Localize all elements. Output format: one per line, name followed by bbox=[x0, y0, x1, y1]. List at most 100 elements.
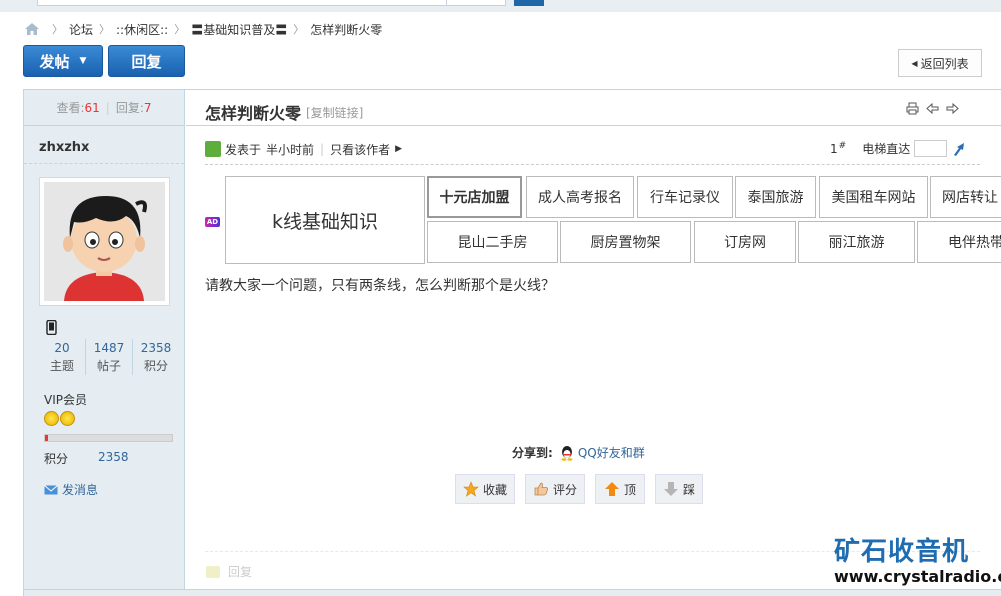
share-label: 分享到: bbox=[512, 446, 553, 460]
ad-link[interactable]: 美国租车网站 bbox=[819, 176, 928, 218]
send-message-link[interactable]: 发消息 bbox=[44, 481, 98, 498]
smiley-icon bbox=[44, 411, 59, 426]
upvote-label: 顶 bbox=[623, 482, 636, 497]
breadcrumb-separator: 〉 bbox=[293, 23, 305, 36]
credit-row: 积分 2358 bbox=[44, 450, 129, 467]
author-name[interactable]: zhxzhx bbox=[24, 126, 184, 164]
search-type-select[interactable] bbox=[446, 0, 506, 6]
next-thread-icon[interactable] bbox=[946, 102, 959, 115]
search-input[interactable] bbox=[37, 0, 447, 6]
rank-stars bbox=[44, 411, 75, 426]
print-icon[interactable] bbox=[906, 102, 919, 115]
post-main: 怎样判断火零 [复制链接] 发表于 半小时前 | 只看该作者 ▶ 1# 电梯直达 bbox=[186, 90, 1001, 596]
stat-value: 2358 bbox=[140, 341, 172, 355]
thumb-up-icon bbox=[534, 482, 549, 496]
breadcrumb-forum[interactable]: 论坛 bbox=[69, 21, 93, 38]
avatar-image bbox=[44, 182, 165, 301]
post-content: 请教大家一个问题，只有两条线，怎么判断那个是火线？ bbox=[205, 278, 555, 294]
site-watermark: 矿石收音机 www.crystalradio.cn bbox=[834, 537, 1001, 587]
author-only-link[interactable]: 只看该作者 bbox=[330, 141, 390, 158]
search-button[interactable] bbox=[514, 0, 544, 6]
stat-posts[interactable]: 1487 帖子 bbox=[86, 339, 133, 375]
mobile-icon bbox=[46, 320, 57, 335]
ad-link[interactable]: 昆山二手房 bbox=[427, 221, 558, 263]
jump-label: 电梯直达 bbox=[862, 142, 911, 156]
rate-label: 评分 bbox=[552, 482, 577, 497]
reply-icon bbox=[206, 565, 220, 578]
smiley-icon bbox=[60, 411, 75, 426]
back-to-list-button[interactable]: ◀ 返回列表 bbox=[898, 49, 982, 77]
ad-link[interactable]: 十元店加盟 bbox=[427, 176, 522, 218]
replies-label: 回复: bbox=[115, 101, 144, 115]
stat-label: 帖子 bbox=[96, 359, 121, 373]
watermark-name: 矿石收音机 bbox=[834, 537, 970, 567]
arrow-down-icon bbox=[663, 482, 678, 496]
posted-label: 发表于 bbox=[225, 142, 262, 157]
downvote-button[interactable]: 踩 bbox=[655, 474, 703, 504]
author-stats: 20 主题 1487 帖子 2358 积分 bbox=[39, 339, 179, 375]
favorite-button[interactable]: 收藏 bbox=[455, 474, 515, 504]
ad-link[interactable]: 电伴热带 bbox=[917, 221, 1001, 263]
ad-link[interactable]: 网店转让 bbox=[930, 176, 1001, 218]
new-post-button[interactable]: 发帖 ▼ bbox=[23, 45, 103, 77]
posted-time: 半小时前 bbox=[266, 142, 315, 157]
credit-label: 积分 bbox=[44, 452, 69, 466]
views-label: 查看: bbox=[56, 101, 85, 115]
stat-label: 主题 bbox=[49, 359, 74, 373]
author-sidebar: 查看: 61 | 回复: 7 zhxzhx 20 主题 1487 帖子 2358… bbox=[24, 90, 185, 596]
star-icon bbox=[463, 481, 479, 497]
floor-jump: 1# 电梯直达 bbox=[830, 140, 967, 157]
breadcrumb-separator: 〉 bbox=[174, 23, 186, 36]
reply-button[interactable]: 回复 bbox=[108, 45, 185, 77]
stat-label: 积分 bbox=[143, 359, 168, 373]
thread-tools bbox=[906, 102, 959, 115]
floor-mark: # bbox=[838, 141, 847, 151]
back-to-list-label: 返回列表 bbox=[920, 56, 969, 71]
bottom-border bbox=[24, 589, 1001, 596]
new-post-label: 发帖 bbox=[39, 52, 70, 71]
chevron-down-icon: ▼ bbox=[79, 56, 87, 66]
credit-value: 2358 bbox=[98, 450, 129, 464]
ad-link[interactable]: 成人高考报名 bbox=[526, 176, 634, 218]
ad-main-link[interactable]: k线基础知识 bbox=[225, 176, 425, 264]
ad-link[interactable]: 行车记录仪 bbox=[637, 176, 733, 218]
jump-floor-input[interactable] bbox=[914, 140, 948, 157]
rank-progress-fill bbox=[45, 435, 48, 441]
watermark-url: www.crystalradio.cn bbox=[834, 567, 1001, 586]
reply-link[interactable]: 回复 bbox=[206, 563, 252, 580]
envelope-icon bbox=[44, 484, 58, 494]
ad-link[interactable]: 厨房置物架 bbox=[560, 221, 691, 263]
post-actions: 收藏 评分 顶 踩 bbox=[455, 474, 703, 504]
arrow-up-icon bbox=[604, 482, 619, 496]
stats-divider: | bbox=[105, 100, 110, 115]
breadcrumb: 〉 论坛 〉 ::休闲区:: 〉 〓基础知识普及〓 〉 怎样判断火零 bbox=[24, 20, 382, 38]
ad-link[interactable]: 泰国旅游 bbox=[735, 176, 816, 218]
avatar[interactable] bbox=[39, 177, 170, 306]
replies-count: 7 bbox=[143, 100, 152, 115]
copy-link[interactable]: [复制链接] bbox=[306, 104, 363, 121]
ad-link[interactable]: 丽江旅游 bbox=[798, 221, 915, 263]
breadcrumb-leisure[interactable]: ::休闲区:: bbox=[116, 21, 168, 38]
stat-topics[interactable]: 20 主题 bbox=[39, 339, 86, 375]
home-icon[interactable] bbox=[24, 22, 40, 36]
stat-value: 20 bbox=[54, 341, 70, 355]
jump-go-icon[interactable] bbox=[951, 141, 967, 157]
top-search-strip bbox=[0, 0, 1001, 12]
breadcrumb-basics[interactable]: 〓基础知识普及〓 bbox=[191, 21, 287, 38]
rank-progress bbox=[44, 434, 173, 442]
views-count: 61 bbox=[84, 100, 100, 115]
meta-divider-line bbox=[205, 164, 980, 165]
breadcrumb-current: 怎样判断火零 bbox=[310, 22, 383, 37]
favorite-label: 收藏 bbox=[482, 482, 507, 497]
ad-link[interactable]: 订房网 bbox=[694, 221, 796, 263]
reply-link-label: 回复 bbox=[228, 565, 253, 579]
share-qq-link[interactable]: QQ好友和群 bbox=[578, 444, 645, 461]
user-group[interactable]: VIP会员 bbox=[44, 391, 87, 408]
prev-thread-icon[interactable] bbox=[926, 102, 939, 115]
rate-button[interactable]: 评分 bbox=[525, 474, 585, 504]
post-title: 怎样判断火零 bbox=[205, 104, 302, 123]
floor-number: 1# bbox=[830, 141, 846, 156]
upvote-button[interactable]: 顶 bbox=[595, 474, 645, 504]
stat-credits[interactable]: 2358 积分 bbox=[133, 339, 179, 375]
stat-value: 1487 bbox=[93, 341, 125, 355]
